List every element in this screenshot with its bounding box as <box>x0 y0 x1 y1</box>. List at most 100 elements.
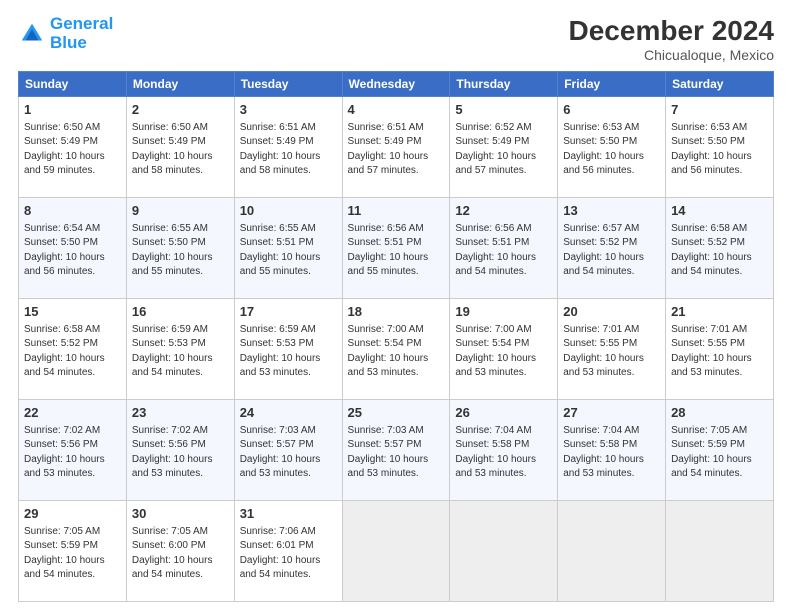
day-info-line: and 58 minutes. <box>240 164 337 179</box>
day-number: 9 <box>132 202 229 221</box>
day-info-line: and 53 minutes. <box>24 467 121 482</box>
day-info-line: Sunrise: 7:05 AM <box>24 525 121 540</box>
day-info-line: Sunset: 5:52 PM <box>24 337 121 352</box>
day-info-line: Daylight: 10 hours <box>24 251 121 266</box>
day-number: 17 <box>240 303 337 322</box>
day-info-line: and 56 minutes. <box>563 164 660 179</box>
day-number: 5 <box>455 101 552 120</box>
day-info-line: Sunset: 5:49 PM <box>348 135 445 150</box>
page: General Blue December 2024 Chicualoque, … <box>0 0 792 612</box>
calendar-cell: 18Sunrise: 7:00 AMSunset: 5:54 PMDayligh… <box>342 299 450 400</box>
day-info-line: Daylight: 10 hours <box>563 150 660 165</box>
day-info-line: Sunrise: 6:56 AM <box>455 222 552 237</box>
day-info-line: Sunset: 5:50 PM <box>24 236 121 251</box>
day-info-line: Sunrise: 6:55 AM <box>132 222 229 237</box>
calendar-cell: 7Sunrise: 6:53 AMSunset: 5:50 PMDaylight… <box>666 97 774 198</box>
day-info-line: Sunrise: 6:58 AM <box>24 323 121 338</box>
day-info-line: and 57 minutes. <box>455 164 552 179</box>
day-info-line: Sunset: 5:59 PM <box>671 438 768 453</box>
calendar-cell: 3Sunrise: 6:51 AMSunset: 5:49 PMDaylight… <box>234 97 342 198</box>
day-info-line: Sunrise: 6:59 AM <box>240 323 337 338</box>
day-info-line: Daylight: 10 hours <box>132 554 229 569</box>
week-row-1: 1Sunrise: 6:50 AMSunset: 5:49 PMDaylight… <box>19 97 774 198</box>
day-info-line: Sunrise: 7:03 AM <box>348 424 445 439</box>
day-number: 28 <box>671 404 768 423</box>
day-info-line: Sunrise: 7:02 AM <box>24 424 121 439</box>
day-info-line: Sunrise: 6:50 AM <box>24 121 121 136</box>
day-header-monday: Monday <box>126 72 234 97</box>
calendar-cell: 16Sunrise: 6:59 AMSunset: 5:53 PMDayligh… <box>126 299 234 400</box>
calendar-cell <box>666 501 774 602</box>
day-info-line: and 53 minutes. <box>563 467 660 482</box>
day-info-line: and 54 minutes. <box>671 265 768 280</box>
day-info-line: Sunset: 5:54 PM <box>455 337 552 352</box>
day-number: 18 <box>348 303 445 322</box>
calendar-cell: 2Sunrise: 6:50 AMSunset: 5:49 PMDaylight… <box>126 97 234 198</box>
day-info-line: and 55 minutes. <box>240 265 337 280</box>
day-info-line: and 56 minutes. <box>671 164 768 179</box>
calendar-cell: 13Sunrise: 6:57 AMSunset: 5:52 PMDayligh… <box>558 198 666 299</box>
day-number: 31 <box>240 505 337 524</box>
calendar-cell: 25Sunrise: 7:03 AMSunset: 5:57 PMDayligh… <box>342 400 450 501</box>
day-info-line: Sunset: 5:52 PM <box>671 236 768 251</box>
week-row-3: 15Sunrise: 6:58 AMSunset: 5:52 PMDayligh… <box>19 299 774 400</box>
day-info-line: and 53 minutes. <box>240 467 337 482</box>
logo-text: General Blue <box>50 15 113 52</box>
day-info-line: Sunset: 6:01 PM <box>240 539 337 554</box>
day-info-line: and 54 minutes. <box>563 265 660 280</box>
day-info-line: Sunrise: 6:50 AM <box>132 121 229 136</box>
day-info-line: Sunrise: 7:04 AM <box>563 424 660 439</box>
day-info-line: Sunset: 5:49 PM <box>240 135 337 150</box>
day-number: 27 <box>563 404 660 423</box>
day-info-line: Daylight: 10 hours <box>132 453 229 468</box>
day-number: 3 <box>240 101 337 120</box>
day-info-line: and 55 minutes. <box>132 265 229 280</box>
calendar-cell: 27Sunrise: 7:04 AMSunset: 5:58 PMDayligh… <box>558 400 666 501</box>
day-info-line: Sunrise: 6:53 AM <box>563 121 660 136</box>
calendar-cell: 31Sunrise: 7:06 AMSunset: 6:01 PMDayligh… <box>234 501 342 602</box>
day-info-line: Sunrise: 7:01 AM <box>563 323 660 338</box>
day-info-line: Sunset: 5:51 PM <box>348 236 445 251</box>
day-info-line: Sunrise: 7:01 AM <box>671 323 768 338</box>
day-number: 13 <box>563 202 660 221</box>
day-info-line: Sunset: 5:51 PM <box>240 236 337 251</box>
calendar-cell: 10Sunrise: 6:55 AMSunset: 5:51 PMDayligh… <box>234 198 342 299</box>
day-info-line: Sunrise: 6:51 AM <box>240 121 337 136</box>
day-info-line: Sunset: 5:58 PM <box>455 438 552 453</box>
day-info-line: Sunset: 5:55 PM <box>563 337 660 352</box>
day-info-line: Sunrise: 6:51 AM <box>348 121 445 136</box>
day-info-line: and 54 minutes. <box>132 568 229 583</box>
day-number: 12 <box>455 202 552 221</box>
day-info-line: Sunset: 5:58 PM <box>563 438 660 453</box>
week-row-4: 22Sunrise: 7:02 AMSunset: 5:56 PMDayligh… <box>19 400 774 501</box>
day-info-line: Daylight: 10 hours <box>24 453 121 468</box>
day-info-line: and 53 minutes. <box>563 366 660 381</box>
day-info-line: Daylight: 10 hours <box>671 251 768 266</box>
day-number: 10 <box>240 202 337 221</box>
week-row-2: 8Sunrise: 6:54 AMSunset: 5:50 PMDaylight… <box>19 198 774 299</box>
day-info-line: Daylight: 10 hours <box>348 352 445 367</box>
day-info-line: Sunset: 5:49 PM <box>132 135 229 150</box>
day-info-line: Sunrise: 7:00 AM <box>455 323 552 338</box>
calendar-cell: 30Sunrise: 7:05 AMSunset: 6:00 PMDayligh… <box>126 501 234 602</box>
calendar-cell <box>558 501 666 602</box>
day-info-line: and 59 minutes. <box>24 164 121 179</box>
day-number: 14 <box>671 202 768 221</box>
day-info-line: Sunrise: 7:03 AM <box>240 424 337 439</box>
day-info-line: Sunset: 5:50 PM <box>563 135 660 150</box>
day-info-line: Daylight: 10 hours <box>563 251 660 266</box>
day-number: 8 <box>24 202 121 221</box>
calendar-table: SundayMondayTuesdayWednesdayThursdayFrid… <box>18 71 774 602</box>
day-number: 1 <box>24 101 121 120</box>
day-info-line: Sunrise: 6:53 AM <box>671 121 768 136</box>
calendar-cell <box>450 501 558 602</box>
calendar-cell: 8Sunrise: 6:54 AMSunset: 5:50 PMDaylight… <box>19 198 127 299</box>
day-number: 2 <box>132 101 229 120</box>
calendar-cell: 28Sunrise: 7:05 AMSunset: 5:59 PMDayligh… <box>666 400 774 501</box>
day-number: 26 <box>455 404 552 423</box>
day-info-line: Sunset: 5:53 PM <box>240 337 337 352</box>
calendar-cell: 29Sunrise: 7:05 AMSunset: 5:59 PMDayligh… <box>19 501 127 602</box>
day-header-sunday: Sunday <box>19 72 127 97</box>
logo-line2: Blue <box>50 34 113 53</box>
day-info-line: and 54 minutes. <box>455 265 552 280</box>
